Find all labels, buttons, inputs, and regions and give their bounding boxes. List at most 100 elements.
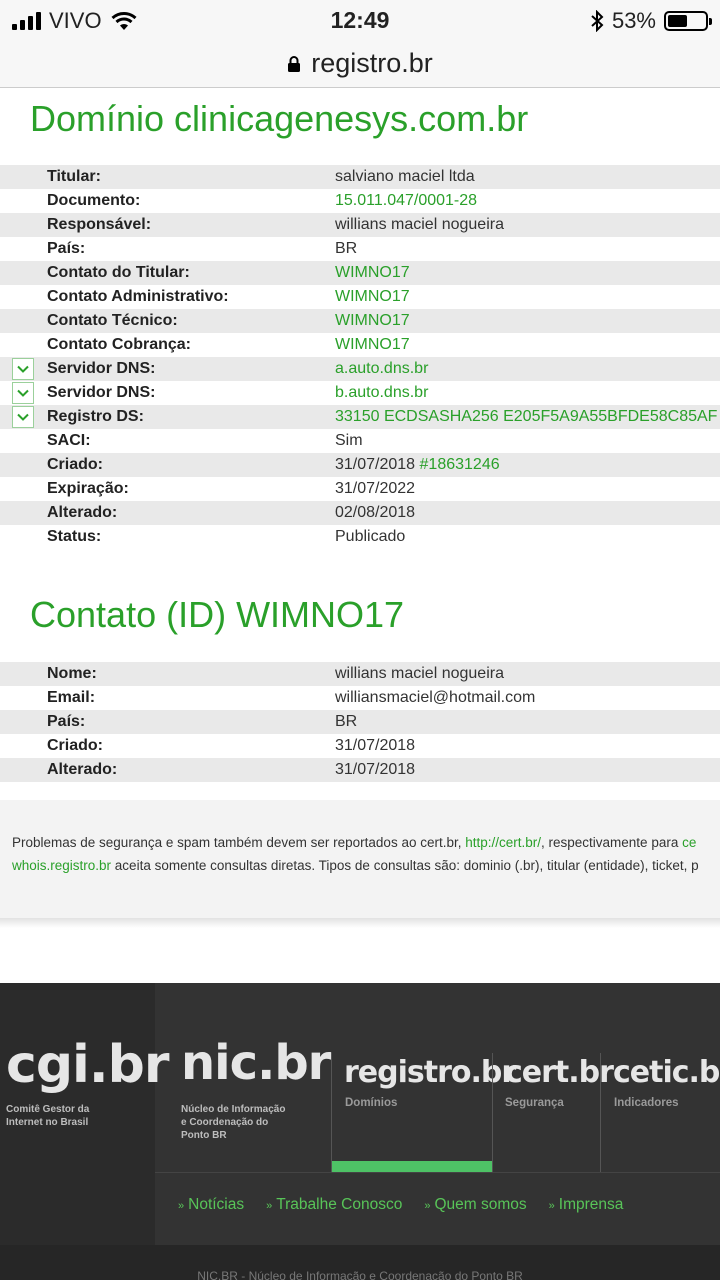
row-value[interactable]: WIMNO17 bbox=[335, 264, 410, 282]
row-value: williansmaciel@hotmail.com bbox=[335, 689, 535, 707]
contact-info-table: Nome: willians maciel nogueira Email: willi… bbox=[0, 662, 720, 782]
row-label: Alterado: bbox=[47, 761, 118, 778]
row-value-text[interactable]: WIMNO17 bbox=[335, 288, 410, 305]
table-row: Documento: 15.011.047/0001-28 bbox=[0, 189, 720, 213]
table-row: Criado: 31/07/2018 bbox=[0, 734, 720, 758]
table-row: Criado: 31/07/2018 #18631246 bbox=[0, 453, 720, 477]
lock-icon bbox=[288, 55, 301, 72]
notice-box: Problemas de segurança e spam também dev… bbox=[0, 800, 720, 918]
row-value: 31/07/2022 bbox=[335, 480, 415, 498]
row-label: País: bbox=[47, 713, 86, 730]
row-value: Sim bbox=[335, 432, 363, 450]
table-row: Contato do Titular: WIMNO17 bbox=[0, 261, 720, 285]
table-row: Alterado: 31/07/2018 bbox=[0, 758, 720, 782]
row-value-text[interactable]: 33150 ECDSASHA256 E205F5A9A55BFDE58C85AF bbox=[335, 408, 717, 425]
row-value[interactable]: a.auto.dns.br bbox=[335, 360, 428, 378]
row-value-text[interactable]: WIMNO17 bbox=[335, 336, 410, 353]
footer-link[interactable]: » Notícias bbox=[178, 1196, 244, 1214]
footer-divider bbox=[492, 1053, 493, 1173]
truncated-link[interactable]: ce bbox=[682, 835, 696, 850]
row-value-text[interactable]: 15.011.047/0001-28 bbox=[335, 192, 477, 209]
row-value-text: salviano maciel ltda bbox=[335, 168, 475, 185]
footer-divider bbox=[600, 1053, 601, 1173]
footer-link[interactable]: » Quem somos bbox=[424, 1196, 526, 1214]
footer-link-label: Quem somos bbox=[434, 1196, 527, 1213]
chevron-down-icon[interactable] bbox=[12, 358, 34, 380]
row-value[interactable]: 33150 ECDSASHA256 E205F5A9A55BFDE58C85AF bbox=[335, 408, 717, 426]
row-value: 31/07/2018 bbox=[335, 761, 415, 779]
row-value-text[interactable]: b.auto.dns.br bbox=[335, 384, 428, 401]
nic-subtitle: Núcleo de Informação e Coordenação do Po… bbox=[181, 1104, 286, 1141]
row-label: SACI: bbox=[47, 432, 91, 449]
row-value[interactable]: b.auto.dns.br bbox=[335, 384, 428, 402]
domain-info-table: Titular: salviano maciel ltda Documento: 15… bbox=[0, 165, 720, 549]
row-value[interactable]: WIMNO17 bbox=[335, 336, 410, 354]
row-label: Criado: bbox=[47, 737, 103, 754]
row-label: Contato Administrativo: bbox=[47, 288, 229, 305]
row-label: Contato do Titular: bbox=[47, 264, 190, 281]
row-value[interactable]: 15.011.047/0001-28 bbox=[335, 192, 477, 210]
chevron-down-icon[interactable] bbox=[12, 406, 34, 428]
footer-link[interactable]: » Imprensa bbox=[549, 1196, 624, 1214]
chevron-down-icon[interactable] bbox=[12, 382, 34, 404]
footer-link[interactable]: » Trabalhe Conosco bbox=[266, 1196, 402, 1214]
row-value: willians maciel nogueira bbox=[335, 665, 504, 683]
registro-logo[interactable]: registro.br bbox=[344, 1055, 516, 1090]
row-value-text: Publicado bbox=[335, 528, 406, 545]
notice-line-1: Problemas de segurança e spam também dev… bbox=[12, 835, 697, 850]
row-value-text: Sim bbox=[335, 432, 363, 449]
table-row: País: BR bbox=[0, 710, 720, 734]
table-row: Responsável: willians maciel nogueira bbox=[0, 213, 720, 237]
row-value: 02/08/2018 bbox=[335, 504, 415, 522]
whois-link[interactable]: whois.registro.br bbox=[12, 858, 111, 873]
table-row: Registro DS: 33150 ECDSASHA256 E205F5A9A5… bbox=[0, 405, 720, 429]
row-label: Responsável: bbox=[47, 216, 152, 233]
row-value: salviano maciel ltda bbox=[335, 168, 475, 186]
row-label: Documento: bbox=[47, 192, 141, 209]
row-value-text: 31/07/2018 bbox=[335, 761, 416, 778]
cgi-block: cgi.br Comitê Gestor da Internet no Bras… bbox=[0, 983, 169, 1245]
cert-link[interactable]: http://cert.br/ bbox=[465, 835, 541, 850]
row-label: Titular: bbox=[47, 168, 101, 185]
ticket-link[interactable]: #18631246 bbox=[420, 456, 500, 473]
cgi-logo[interactable]: cgi.br bbox=[6, 1035, 169, 1095]
row-label: Nome: bbox=[47, 665, 97, 682]
raquo-icon: » bbox=[424, 1200, 431, 1212]
row-value-text: 31/07/2018 bbox=[335, 456, 416, 473]
contact-title: Contato (ID) WIMNO17 bbox=[30, 594, 405, 635]
domain-title: Domínio clinicagenesys.com.br bbox=[30, 98, 529, 139]
row-label: Expiração: bbox=[47, 480, 129, 497]
row-value-text: willians maciel nogueira bbox=[335, 665, 504, 682]
row-label: Contato Cobrança: bbox=[47, 336, 191, 353]
row-value[interactable]: WIMNO17 bbox=[335, 288, 410, 306]
table-row: Titular: salviano maciel ltda bbox=[0, 165, 720, 189]
nic-logo[interactable]: nic.br bbox=[181, 1035, 331, 1091]
row-value: BR bbox=[335, 240, 357, 258]
row-label: Registro DS: bbox=[47, 408, 144, 425]
table-row: Contato Administrativo: WIMNO17 bbox=[0, 285, 720, 309]
cetic-subtitle: Indicadores bbox=[614, 1097, 679, 1109]
raquo-icon: » bbox=[178, 1200, 185, 1212]
divider-shadow bbox=[0, 918, 720, 928]
row-value-text[interactable]: a.auto.dns.br bbox=[335, 360, 428, 377]
row-value-text: BR bbox=[335, 240, 358, 257]
row-value[interactable]: WIMNO17 bbox=[335, 312, 410, 330]
row-value: 31/07/2018 #18631246 bbox=[335, 456, 500, 474]
status-bar: VIVO 12:49 53% bbox=[0, 0, 720, 40]
row-value-text[interactable]: WIMNO17 bbox=[335, 312, 410, 329]
url-domain: registro.br bbox=[311, 48, 433, 78]
row-value: BR bbox=[335, 713, 357, 731]
row-value-text[interactable]: WIMNO17 bbox=[335, 264, 410, 281]
cert-logo[interactable]: cert.br bbox=[505, 1055, 614, 1090]
footer-copyright: NIC.BR - Núcleo de Informação e Coordena… bbox=[197, 1269, 523, 1280]
cetic-logo[interactable]: cetic.br bbox=[613, 1055, 720, 1090]
row-value-text: willians maciel nogueira bbox=[335, 216, 504, 233]
cert-subtitle: Segurança bbox=[505, 1097, 564, 1109]
table-row: Servidor DNS: b.auto.dns.br bbox=[0, 381, 720, 405]
battery-percent: 53% bbox=[611, 8, 656, 33]
row-value: willians maciel nogueira bbox=[335, 216, 504, 234]
table-row: Status: Publicado bbox=[0, 525, 720, 549]
address-bar[interactable]: registro.br bbox=[0, 40, 720, 88]
table-row: Contato Cobrança: WIMNO17 bbox=[0, 333, 720, 357]
row-value-text: 02/08/2018 bbox=[335, 504, 416, 521]
